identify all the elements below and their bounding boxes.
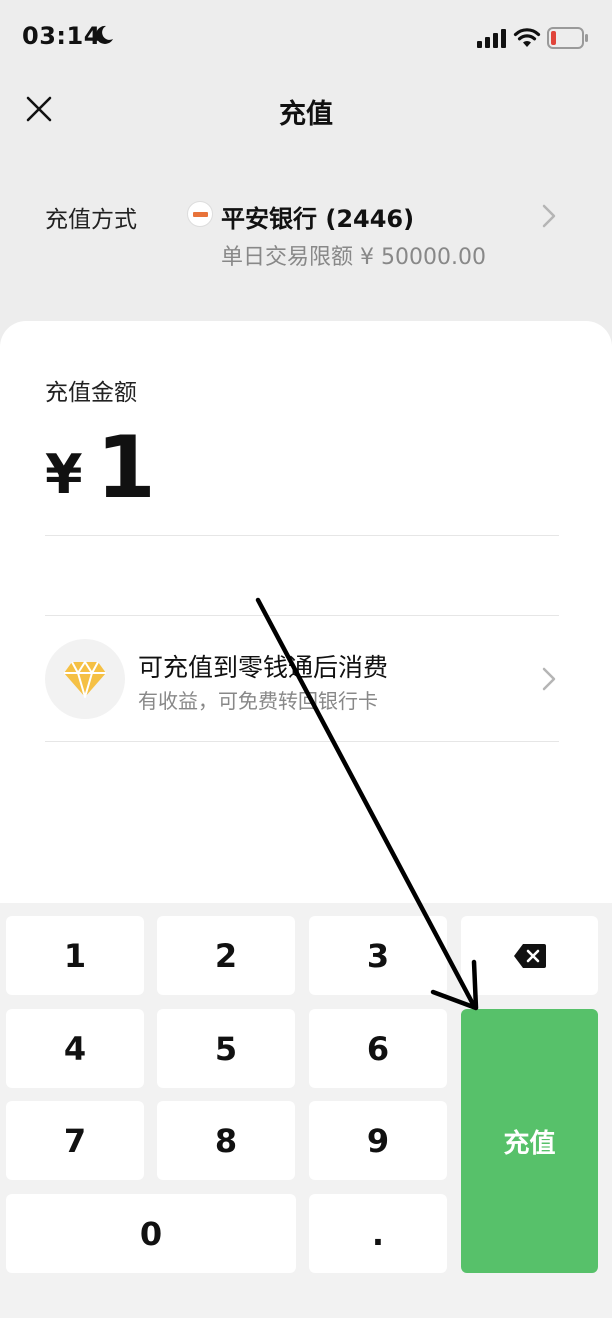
key-1[interactable]: 1 [6, 916, 144, 995]
amount-card: 充值金额 ¥ 1 可充值到零钱通后消费 有收益，可免费转回银行卡 [0, 321, 612, 921]
promo-icon-bg [45, 639, 125, 719]
amount-currency: ¥ [45, 443, 83, 506]
key-4[interactable]: 4 [6, 1009, 144, 1088]
payment-method-label: 充值方式 [45, 207, 137, 233]
promo-title: 可充值到零钱通后消费 [138, 653, 389, 682]
status-time: 03:14 [22, 22, 101, 50]
payment-method-row[interactable]: 充值方式 平安银行 (2446) 单日交易限额 ¥ 50000.00 [0, 180, 612, 290]
divider [45, 615, 559, 616]
page-title: 充值 [279, 99, 333, 130]
moon-icon [95, 25, 113, 44]
status-bar: 03:14 [0, 0, 612, 76]
key-3[interactable]: 3 [309, 916, 447, 995]
key-8[interactable]: 8 [157, 1101, 295, 1180]
chevron-right-icon [542, 204, 556, 228]
numeric-keypad: 1 2 3 4 5 6 7 8 9 0 . 充值 [0, 903, 612, 1318]
divider [45, 741, 559, 742]
key-2[interactable]: 2 [157, 916, 295, 995]
key-7[interactable]: 7 [6, 1101, 144, 1180]
signal-icon [477, 29, 506, 48]
key-0[interactable]: 0 [6, 1194, 296, 1273]
bank-card-icon [187, 201, 213, 227]
key-decimal[interactable]: . [309, 1194, 447, 1273]
promo-subtitle: 有收益，可免费转回银行卡 [138, 689, 378, 713]
lingqiantong-promo-row[interactable]: 可充值到零钱通后消费 有收益，可免费转回银行卡 [0, 621, 612, 736]
diamond-icon [64, 661, 106, 698]
battery-low-icon [547, 27, 588, 49]
bank-limit-text: 单日交易限额 ¥ 50000.00 [221, 245, 486, 270]
key-5[interactable]: 5 [157, 1009, 295, 1088]
backspace-icon [513, 943, 546, 968]
delete-key[interactable] [461, 916, 598, 995]
amount-label: 充值金额 [45, 380, 137, 406]
recharge-submit-button[interactable]: 充值 [461, 1009, 598, 1273]
wifi-icon [513, 28, 541, 47]
divider [45, 535, 559, 536]
bank-name: 平安银行 (2446) [221, 205, 415, 233]
chevron-right-icon [542, 667, 556, 691]
key-9[interactable]: 9 [309, 1101, 447, 1180]
key-6[interactable]: 6 [309, 1009, 447, 1088]
amount-input[interactable]: 1 [96, 425, 156, 511]
